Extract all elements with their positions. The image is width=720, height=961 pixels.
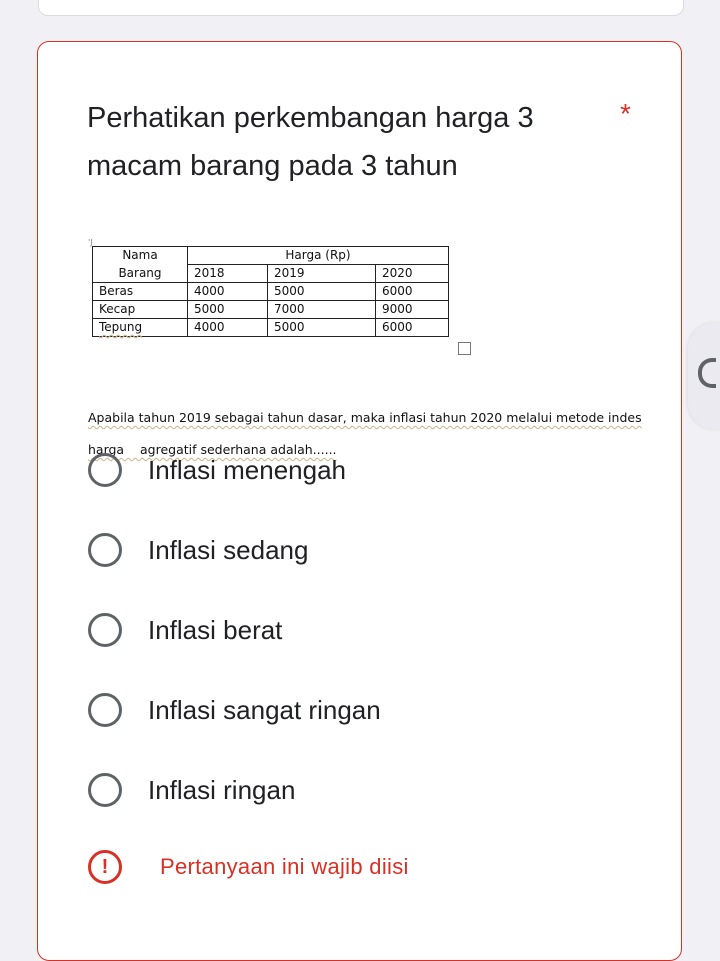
required-error: ! Pertanyaan ini wajib diisi bbox=[88, 850, 409, 884]
option-inflasi-sedang[interactable]: Inflasi sedang bbox=[88, 530, 308, 570]
table-header-cell: Harga (Rp) bbox=[187, 246, 449, 265]
error-message: Pertanyaan ini wajib diisi bbox=[160, 854, 409, 879]
table-header-row: Nama Harga (Rp) bbox=[92, 246, 449, 265]
question-card: Perhatikan perkembangan harga 3 macam ba… bbox=[37, 41, 682, 961]
table-header-cell: 2018 bbox=[187, 264, 268, 283]
table-row: Beras 4000 5000 6000 bbox=[92, 282, 449, 301]
table-header-cell: 2020 bbox=[375, 264, 449, 283]
radio-button[interactable] bbox=[88, 773, 122, 807]
table-cell: 9000 bbox=[375, 300, 449, 319]
radio-button[interactable] bbox=[88, 533, 122, 567]
table-cell: Beras bbox=[92, 282, 188, 301]
option-inflasi-ringan[interactable]: Inflasi ringan bbox=[88, 770, 295, 810]
option-label: Inflasi ringan bbox=[148, 774, 296, 805]
table-cell: 5000 bbox=[187, 300, 268, 319]
table-cell: 4000 bbox=[187, 318, 268, 337]
option-label: Inflasi sangat ringan bbox=[148, 694, 381, 725]
table-cell: 5000 bbox=[267, 318, 376, 337]
question-image: 'J Nama Harga (Rp) Barang 2018 2019 2020… bbox=[88, 238, 658, 457]
table-cell: Kecap bbox=[92, 300, 188, 319]
table-cell: Tepung bbox=[92, 318, 188, 337]
question-title: Perhatikan perkembangan harga 3 macam ba… bbox=[87, 102, 534, 182]
drawer-handle-icon bbox=[698, 358, 716, 388]
radio-button[interactable] bbox=[88, 453, 122, 487]
table-cell: 5000 bbox=[267, 282, 376, 301]
price-table: Nama Harga (Rp) Barang 2018 2019 2020 Be… bbox=[92, 246, 449, 337]
radio-button[interactable] bbox=[88, 613, 122, 647]
option-inflasi-sangat-ringan[interactable]: Inflasi sangat ringan bbox=[88, 690, 381, 730]
option-inflasi-berat[interactable]: Inflasi berat bbox=[88, 610, 282, 650]
question-text-line-1: Apabila tahun 2019 sebagai tahun dasar, … bbox=[88, 410, 642, 425]
option-label: Inflasi berat bbox=[148, 614, 283, 645]
previous-question-card bbox=[38, 0, 684, 16]
table-cell: 6000 bbox=[375, 318, 449, 337]
table-header-cell: 2019 bbox=[267, 264, 376, 283]
table-cell: 4000 bbox=[187, 282, 268, 301]
option-label: Inflasi sedang bbox=[148, 534, 309, 565]
table-cell: 7000 bbox=[267, 300, 376, 319]
table-header-cell: Barang bbox=[92, 264, 188, 283]
table-resize-handle bbox=[458, 342, 471, 355]
option-label: Inflasi menengah bbox=[148, 454, 347, 485]
table-row: Kecap 5000 7000 9000 bbox=[92, 300, 449, 319]
required-asterisk: * bbox=[620, 98, 631, 129]
table-cell: 6000 bbox=[375, 282, 449, 301]
option-inflasi-menengah[interactable]: Inflasi menengah bbox=[88, 450, 346, 490]
side-drawer-handle[interactable] bbox=[688, 322, 720, 430]
table-header-cell: Nama bbox=[92, 246, 188, 265]
error-icon: ! bbox=[88, 850, 122, 884]
table-row: Tepung 4000 5000 6000 bbox=[92, 318, 449, 337]
radio-button[interactable] bbox=[88, 693, 122, 727]
table-header-row: Barang 2018 2019 2020 bbox=[92, 264, 449, 283]
